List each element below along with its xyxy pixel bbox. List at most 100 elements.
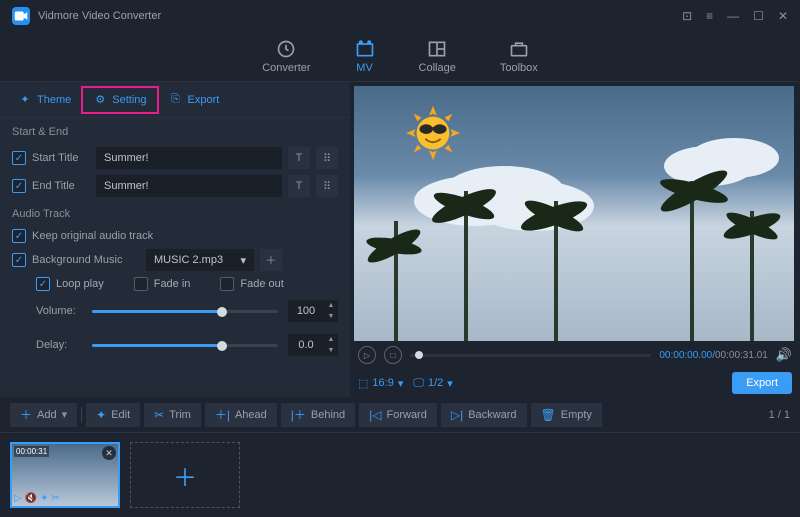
empty-label: Empty [561, 409, 592, 421]
volume-spinbox[interactable]: ▲▼ [288, 300, 338, 322]
behind-label: Behind [311, 409, 345, 421]
fadein-label: Fade in [154, 278, 191, 290]
keep-original-checkbox[interactable] [12, 229, 26, 243]
loop-label: Loop play [56, 278, 104, 290]
keep-original-label: Keep original audio track [32, 230, 153, 242]
export-button[interactable]: Export [732, 372, 792, 394]
screen-icon: 🖵 [413, 377, 424, 390]
start-title-grid-icon[interactable]: ⠿ [316, 147, 338, 169]
tab-export-label: Export [188, 94, 220, 106]
tab-setting-label: Setting [112, 94, 146, 106]
converter-icon [276, 39, 296, 59]
scale-value: 1/2 [428, 377, 443, 389]
volume-value[interactable] [288, 305, 324, 317]
wand-icon: ✦ [96, 408, 106, 422]
start-title-input[interactable] [96, 147, 282, 169]
volume-slider[interactable] [92, 310, 278, 313]
nav-converter[interactable]: Converter [262, 39, 310, 74]
tab-export[interactable]: ⎘ Export [159, 86, 230, 114]
top-nav: Converter MV Collage Toolbox [0, 32, 800, 82]
start-title-text-icon[interactable]: T [288, 147, 310, 169]
ahead-button[interactable]: ＋|Ahead [205, 403, 277, 427]
clip-trim-icon[interactable]: ✂ [52, 493, 60, 504]
add-button[interactable]: ＋Add▾ [10, 403, 77, 427]
forward-label: Forward [387, 409, 427, 421]
bg-music-checkbox[interactable] [12, 253, 26, 267]
clip-play-icon[interactable]: ▷ [14, 493, 22, 504]
aspect-ratio-select[interactable]: ⬚ 16:9 ▾ [358, 377, 403, 390]
section-start-end: Start & End [0, 118, 350, 144]
clip-toolbar: ＋Add▾ ✦ Edit ✂Trim ＋|Ahead |＋ Behind |◁ For… [0, 397, 800, 433]
edit-button[interactable]: ✦ Edit [86, 403, 140, 427]
volume-up-icon[interactable]: ▲ [324, 300, 338, 311]
clip-duration: 00:00:31 [14, 446, 49, 457]
delay-down-icon[interactable]: ▼ [324, 345, 338, 356]
nav-mv-label: MV [356, 62, 373, 74]
edit-label: Edit [111, 409, 130, 421]
volume-icon[interactable]: 🔊 [776, 347, 792, 363]
nav-mv[interactable]: MV [355, 39, 375, 74]
play-bar: ▷ □ 00:00:00.00/00:00:31.01 🔊 [350, 341, 800, 369]
clip-edit-icon[interactable]: ✦ [40, 493, 48, 504]
bg-music-filename: MUSIC 2.mp3 [154, 254, 223, 266]
end-title-checkbox[interactable] [12, 179, 26, 193]
scissors-icon: ✂ [154, 408, 164, 422]
tab-setting[interactable]: ⚙ Setting [81, 86, 158, 114]
time-display: 00:00:00.00/00:00:31.01 [659, 350, 767, 361]
ahead-icon: ＋| [215, 406, 230, 423]
tab-theme[interactable]: ✦ Theme [8, 86, 81, 114]
end-title-input[interactable] [96, 175, 282, 197]
behind-button[interactable]: |＋ Behind [281, 403, 355, 427]
maximize-icon[interactable]: ☐ [753, 9, 764, 23]
loop-checkbox[interactable] [36, 277, 50, 291]
nav-converter-label: Converter [262, 62, 310, 74]
add-clip-placeholder[interactable]: ＋ [130, 442, 240, 508]
add-music-button[interactable]: ＋ [260, 249, 282, 271]
nav-toolbox[interactable]: Toolbox [500, 39, 538, 74]
remove-clip-button[interactable]: ✕ [102, 446, 116, 460]
start-title-checkbox[interactable] [12, 151, 26, 165]
aspect-ratio-value: 16:9 [372, 377, 393, 389]
play-button[interactable]: ▷ [358, 346, 376, 364]
fadeout-label: Fade out [240, 278, 283, 290]
app-logo [12, 7, 30, 25]
bg-music-select[interactable]: MUSIC 2.mp3 ▾ [146, 249, 254, 271]
stop-button[interactable]: □ [384, 346, 402, 364]
minimize-icon[interactable]: — [727, 9, 739, 23]
behind-icon: |＋ [291, 406, 306, 423]
close-icon[interactable]: ✕ [778, 9, 788, 23]
section-audio: Audio Track [0, 200, 350, 226]
end-title-grid-icon[interactable]: ⠿ [316, 175, 338, 197]
backward-button[interactable]: ▷|Backward [441, 403, 527, 427]
trim-button[interactable]: ✂Trim [144, 403, 201, 427]
forward-button[interactable]: |◁ Forward [359, 403, 437, 427]
chevron-down-icon: ▾ [240, 254, 246, 267]
progress-bar[interactable] [410, 354, 651, 357]
empty-button[interactable]: 🗑Empty [531, 403, 602, 427]
clip-mute-icon[interactable]: 🔇 [25, 493, 37, 504]
forward-icon: |◁ [369, 408, 381, 422]
delay-up-icon[interactable]: ▲ [324, 334, 338, 345]
volume-label: Volume: [36, 305, 82, 317]
chevron-down-icon: ▾ [447, 377, 453, 390]
mv-icon [355, 39, 375, 59]
chevron-down-icon: ▾ [398, 377, 404, 390]
delay-slider[interactable] [92, 344, 278, 347]
volume-down-icon[interactable]: ▼ [324, 311, 338, 322]
page-count: 1 / 1 [769, 409, 790, 421]
add-label: Add [37, 409, 57, 421]
nav-collage[interactable]: Collage [419, 39, 456, 74]
delay-label: Delay: [36, 339, 82, 351]
delay-spinbox[interactable]: ▲▼ [288, 334, 338, 356]
fadein-checkbox[interactable] [134, 277, 148, 291]
scale-select[interactable]: 🖵 1/2 ▾ [413, 377, 452, 390]
clip-thumbnail[interactable]: 00:00:31 ✕ ▷ 🔇 ✦ ✂ [10, 442, 120, 508]
video-preview[interactable] [354, 86, 794, 341]
feedback-icon[interactable]: ⊡ [682, 9, 692, 23]
fadeout-checkbox[interactable] [220, 277, 234, 291]
menu-icon[interactable]: ≡ [706, 9, 713, 23]
end-title-text-icon[interactable]: T [288, 175, 310, 197]
titlebar: Vidmore Video Converter ⊡ ≡ — ☐ ✕ [0, 0, 800, 32]
collage-icon [427, 39, 447, 59]
delay-value[interactable] [288, 339, 324, 351]
